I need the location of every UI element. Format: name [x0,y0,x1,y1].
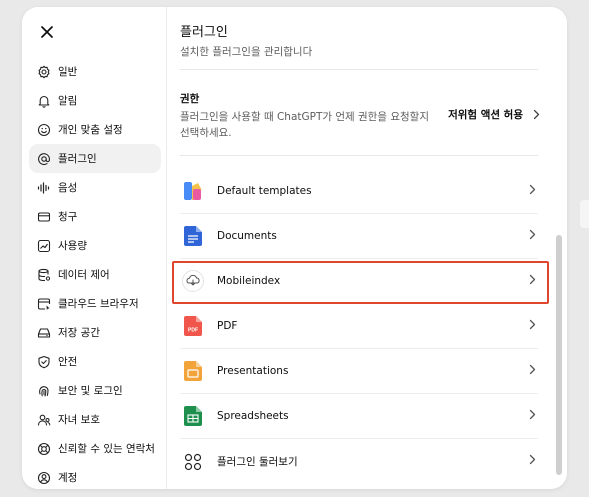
sidebar-item-trusted-contacts[interactable]: 신뢰할 수 있는 연락처 [29,434,161,463]
permission-value: 저위험 액션 허용 [448,109,523,121]
plugin-label: Spreadsheets [217,410,289,422]
database-icon [37,268,51,282]
page-title: 플러그인 [180,25,228,40]
user-circle-icon [37,471,51,485]
settings-sidebar: 일반 알림 개인 맞춤 설정 플러그인 음성 청구 사용량 데이터 제어 클라우… [22,7,167,489]
sidebar-item-parental-controls[interactable]: 자녀 보호 [29,405,161,434]
close-button[interactable] [38,23,56,41]
plugin-label: Mobileindex [217,275,281,287]
sidebar-item-account[interactable]: 계정 [29,463,161,489]
sidebar-item-label: 보안 및 로그인 [58,385,123,397]
plugin-row-documents[interactable]: Documents [180,214,538,259]
chevron-right-icon [529,409,536,420]
settings-modal: 일반 알림 개인 맞춤 설정 플러그인 음성 청구 사용량 데이터 제어 클라우… [22,7,567,489]
templates-icon [182,180,204,202]
divider [180,155,538,156]
plugin-label: Default templates [217,185,312,197]
plugin-row-presentations[interactable]: Presentations [180,349,538,394]
chart-icon [37,239,51,253]
sidebar-item-label: 개인 맞춤 설정 [58,124,123,136]
sidebar-item-usage[interactable]: 사용량 [29,231,161,260]
plugin-label: Presentations [217,365,289,377]
page-subtitle: 설치한 플러그인을 관리합니다 [180,46,313,58]
background-tab [580,200,589,228]
sidebar-item-safety[interactable]: 안전 [29,347,161,376]
chevron-right-icon [533,109,540,120]
sidebar-item-general[interactable]: 일반 [29,57,161,86]
sidebar-item-security-login[interactable]: 보안 및 로그인 [29,376,161,405]
chevron-right-icon [529,274,536,285]
chevron-right-icon [529,454,536,465]
sidebar-item-notifications[interactable]: 알림 [29,86,161,115]
pdf-icon: PDF [182,315,204,337]
sidebar-item-label: 알림 [58,95,78,107]
plugin-row-default-templates[interactable]: Default templates [180,169,538,214]
sidebar-item-storage[interactable]: 저장 공간 [29,318,161,347]
scrollbar[interactable] [556,235,562,475]
lifebuoy-icon [37,442,51,456]
waveform-icon [37,181,51,195]
plugin-label: Documents [217,230,277,242]
plugin-label: PDF [217,320,238,332]
chevron-right-icon [529,319,536,330]
slides-icon [182,360,204,382]
settings-nav: 일반 알림 개인 맞춤 설정 플러그인 음성 청구 사용량 데이터 제어 클라우… [29,57,161,489]
sidebar-item-label: 신뢰할 수 있는 연락처 [58,443,155,455]
shield-icon [37,355,51,369]
sidebar-item-label: 일반 [58,66,78,78]
smile-icon [37,123,51,137]
sidebar-item-personalization[interactable]: 개인 맞춤 설정 [29,115,161,144]
close-icon [41,26,53,38]
sidebar-item-voice[interactable]: 음성 [29,173,161,202]
plugin-row-mobileindex[interactable]: Mobileindex [180,259,538,304]
sidebar-item-label: 데이터 제어 [58,269,110,281]
mobileindex-icon [182,270,204,292]
plugin-row-browse-plugins[interactable]: 플러그인 둘러보기 [180,439,538,484]
plugin-label: 플러그인 둘러보기 [217,456,298,468]
sidebar-item-cloud-browser[interactable]: 클라우드 브라우저 [29,289,161,318]
browser-icon [37,297,51,311]
sidebar-item-data-controls[interactable]: 데이터 제어 [29,260,161,289]
bell-icon [37,94,51,108]
sidebar-item-label: 사용량 [58,240,87,252]
at-icon [37,152,51,166]
gear-icon [37,65,51,79]
permission-title: 권한 [180,93,200,105]
chevron-right-icon [529,229,536,240]
sheets-icon [182,405,204,427]
chevron-right-icon [529,364,536,375]
sidebar-item-label: 청구 [58,211,78,223]
sidebar-item-billing[interactable]: 청구 [29,202,161,231]
plugins-panel: 플러그인 설치한 플러그인을 관리합니다 권한 플러그인을 사용할 때 Chat… [180,7,540,489]
plugin-row-pdf[interactable]: PDF PDF [180,304,538,349]
sidebar-item-label: 자녀 보호 [58,414,100,426]
permission-select[interactable]: 저위험 액션 허용 [448,107,540,122]
docs-icon [182,225,204,247]
sidebar-item-plugins[interactable]: 플러그인 [29,144,161,173]
plugin-row-spreadsheets[interactable]: Spreadsheets [180,394,538,439]
grid-icon [182,451,204,473]
sidebar-item-label: 저장 공간 [58,327,100,339]
sidebar-item-label: 플러그인 [58,153,97,165]
pdf-badge-text: PDF [188,328,198,334]
sidebar-item-label: 클라우드 브라우저 [58,298,139,310]
drive-icon [37,326,51,340]
plugin-list: Default templates Documents Mobileindex … [180,169,538,484]
fingerprint-icon [37,384,51,398]
sidebar-item-label: 계정 [58,472,78,484]
sidebar-item-label: 음성 [58,182,78,194]
chevron-right-icon [529,184,536,195]
divider [180,69,538,70]
people-icon [37,413,51,427]
permission-description: 플러그인을 사용할 때 ChatGPT가 언제 권한을 요청할지 선택하세요. [180,111,429,139]
sidebar-item-label: 안전 [58,356,78,368]
card-icon [37,210,51,224]
